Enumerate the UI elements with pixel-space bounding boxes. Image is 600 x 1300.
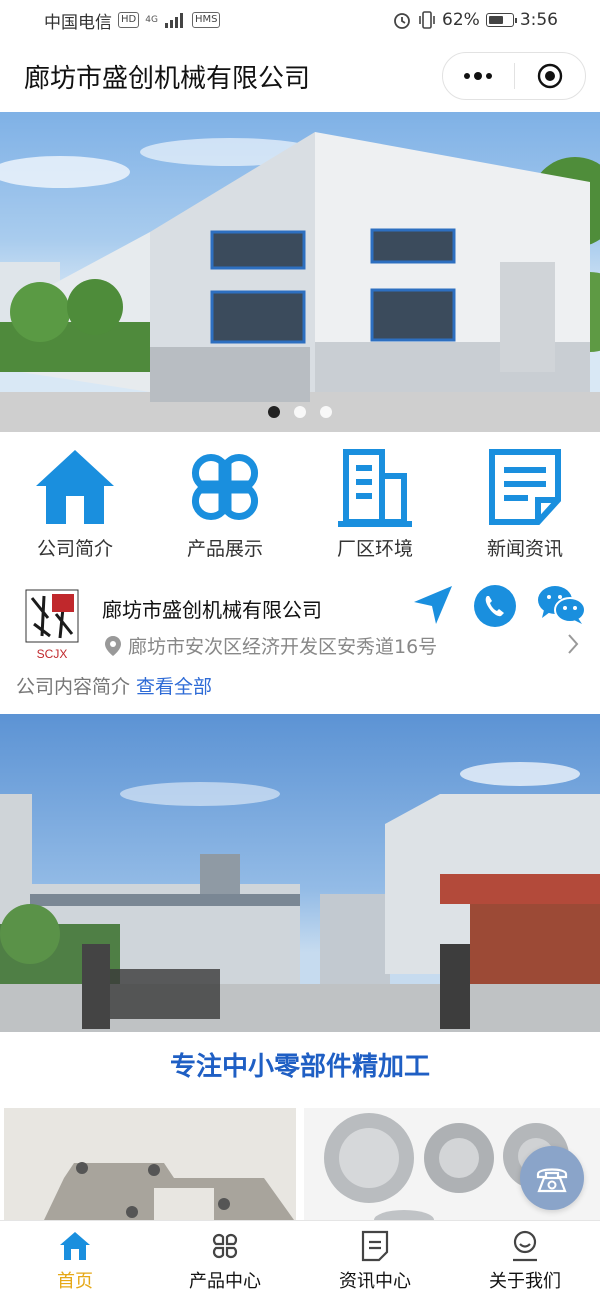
banner-carousel[interactable] bbox=[0, 112, 600, 432]
carousel-dots bbox=[0, 406, 600, 418]
home-icon bbox=[36, 450, 114, 524]
product-grid bbox=[0, 1106, 600, 1220]
tab-products[interactable]: 产品中心 bbox=[150, 1221, 300, 1300]
grid-icon bbox=[191, 453, 259, 521]
vibrate-icon bbox=[419, 11, 435, 29]
tab-label: 关于我们 bbox=[489, 1271, 561, 1292]
building-icon bbox=[338, 449, 412, 527]
company-name: 廊坊市盛创机械有限公司 bbox=[102, 598, 322, 622]
telephone-icon bbox=[536, 1168, 568, 1193]
chevron-right-icon[interactable] bbox=[566, 632, 580, 656]
menu-label: 公司简介 bbox=[36, 538, 113, 560]
carousel-dot[interactable] bbox=[294, 406, 306, 418]
tab-label: 产品中心 bbox=[189, 1271, 261, 1292]
sms-badge: HMS bbox=[191, 12, 221, 28]
logo-text: SCJX bbox=[37, 647, 68, 661]
factory-photo bbox=[0, 132, 600, 432]
menu-company-intro[interactable]: 公司简介 bbox=[0, 432, 150, 572]
clock: 3:56 bbox=[519, 10, 558, 30]
company-logo: SCJX bbox=[25, 589, 79, 661]
home-icon bbox=[60, 1232, 90, 1260]
battery-icon bbox=[485, 13, 517, 27]
menu-news[interactable]: 新闻资讯 bbox=[450, 432, 600, 572]
carousel-dot[interactable] bbox=[320, 406, 332, 418]
tab-news[interactable]: 资讯中心 bbox=[300, 1221, 450, 1300]
grid-icon bbox=[212, 1233, 238, 1259]
more-dots-icon bbox=[464, 72, 493, 80]
quick-menu: 公司简介 产品展示 厂区环境 新闻资讯 bbox=[0, 432, 600, 572]
intro-label: 公司内容简介 bbox=[16, 676, 131, 698]
close-miniprogram-button[interactable] bbox=[515, 53, 586, 99]
bottom-tab-bar: 首页 产品中心 资讯中心 关于我们 bbox=[0, 1220, 600, 1300]
signal-icon bbox=[164, 13, 183, 28]
status-bar: 中国电信 HD 4G HMS 62% 3:56 bbox=[0, 0, 600, 40]
user-icon bbox=[513, 1230, 537, 1262]
tab-label: 首页 bbox=[57, 1271, 93, 1292]
document-icon bbox=[361, 1230, 389, 1262]
alarm-icon bbox=[394, 13, 410, 29]
address-text: 廊坊市安次区经济开发区安秀道16号 bbox=[128, 636, 438, 658]
hd-badge: HD bbox=[118, 12, 140, 28]
floating-call-button[interactable] bbox=[520, 1146, 584, 1210]
product-photo bbox=[44, 1162, 294, 1220]
page-title: 廊坊市盛创机械有限公司 bbox=[24, 64, 311, 94]
menu-factory-environment[interactable]: 厂区环境 bbox=[300, 432, 450, 572]
navigate-icon[interactable] bbox=[410, 582, 456, 628]
carousel-dot[interactable] bbox=[268, 406, 280, 418]
menu-label: 产品展示 bbox=[186, 538, 263, 560]
tab-about[interactable]: 关于我们 bbox=[450, 1221, 600, 1300]
more-button[interactable] bbox=[443, 53, 514, 99]
menu-label: 新闻资讯 bbox=[486, 538, 563, 560]
network-type: 4G bbox=[145, 15, 158, 25]
tab-label: 资讯中心 bbox=[339, 1271, 411, 1292]
menu-label: 厂区环境 bbox=[336, 538, 413, 560]
factory-gate-photo bbox=[0, 714, 600, 1032]
battery-percent: 62% bbox=[442, 10, 480, 30]
company-intro-row: 公司内容简介 查看全部 bbox=[16, 672, 212, 699]
wechat-icon[interactable] bbox=[536, 582, 586, 628]
view-all-link[interactable]: 查看全部 bbox=[136, 676, 212, 698]
location-pin-icon bbox=[105, 635, 121, 656]
factory-gate-illustration bbox=[0, 762, 600, 1032]
carrier-label: 中国电信 bbox=[44, 12, 112, 33]
capsule-menu bbox=[442, 52, 586, 100]
menu-product-display[interactable]: 产品展示 bbox=[150, 432, 300, 572]
company-address[interactable]: 廊坊市安次区经济开发区安秀道16号 bbox=[104, 632, 437, 659]
product-item[interactable] bbox=[4, 1108, 296, 1220]
nav-bar: 廊坊市盛创机械有限公司 bbox=[0, 46, 600, 106]
phone-call-icon[interactable] bbox=[473, 584, 517, 628]
section-headline: 专注中小零部件精加工 bbox=[169, 1052, 430, 1082]
mini-program-page: 中国电信 HD 4G HMS 62% 3:56 廊坊市盛创机械有限公司 公司简介… bbox=[0, 0, 600, 1300]
target-icon bbox=[537, 63, 562, 89]
document-icon bbox=[489, 449, 561, 525]
tab-home[interactable]: 首页 bbox=[0, 1221, 150, 1300]
company-card: SCJX 廊坊市盛创机械有限公司 廊坊市安次区经济开发区安秀道16号 公司内容简… bbox=[0, 580, 600, 710]
